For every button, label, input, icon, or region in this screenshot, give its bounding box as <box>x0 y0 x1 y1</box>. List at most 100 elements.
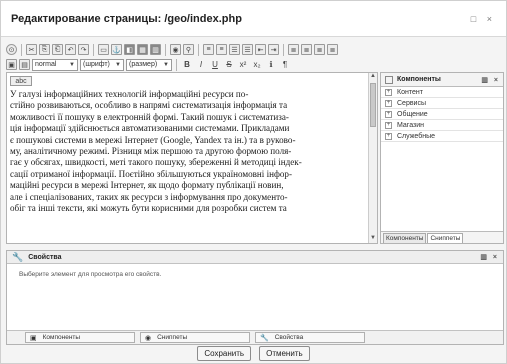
toolbar-icon-21[interactable]: ≣ <box>314 44 325 55</box>
expand-icon[interactable]: + <box>385 88 392 96</box>
toolbar-icon-11[interactable]: ◉ <box>170 44 181 55</box>
toolbar-icon-16[interactable]: ☰ <box>242 44 253 55</box>
window-title: Редактирование страницы: /geo/index.php <box>11 13 242 25</box>
tag-label[interactable]: abc <box>10 76 32 86</box>
paragraph-icon[interactable]: ¶ <box>279 60 291 69</box>
component-group-label: Магазин <box>397 121 425 129</box>
toolbar-separator <box>176 58 177 71</box>
toolbar-icon-6[interactable]: ▭ <box>98 44 109 55</box>
tab-label: Свойства <box>274 334 304 341</box>
properties-hint: Выберите элемент для просмотра его свойс… <box>19 271 162 278</box>
components-title: Компоненты <box>397 76 441 83</box>
scroll-thumb[interactable] <box>370 83 376 127</box>
editor-line: ція інформації здійснюється автоматизова… <box>10 123 290 134</box>
source-mode-icon[interactable]: ▣ <box>6 59 17 70</box>
toolbar-icon-15[interactable]: ☰ <box>229 44 240 55</box>
editor-line: У галузі інформаційних технологій інформ… <box>10 89 249 99</box>
scroll-down-icon[interactable]: ▼ <box>369 235 377 243</box>
subscript-button[interactable]: x₂ <box>251 60 263 69</box>
toolbar-row-2: ▣ ▤ normal ▼ (шрифт) ▼ (размер) ▼ B I U … <box>6 57 291 72</box>
components-header: Компоненты ▥ × <box>381 73 503 87</box>
editor-line: є пошукові системи в мережі Інтернет (Go… <box>10 134 296 145</box>
editor-line: але і спеціалізованих, таких як ресурси … <box>10 191 288 202</box>
table-mode-icon[interactable]: ▤ <box>19 59 30 70</box>
snippets-icon: ◉ <box>145 334 152 342</box>
chevron-down-icon: ▼ <box>163 61 169 68</box>
chevron-down-icon: ▼ <box>69 61 75 68</box>
toolbar-icon-3[interactable]: ⎗ <box>52 44 63 55</box>
tab-properties-bottom[interactable]: 🔧 Свойства <box>255 332 365 343</box>
tab-components[interactable]: Компоненты <box>383 233 427 243</box>
toolbar-icon-2[interactable]: ⎘ <box>39 44 50 55</box>
font-select[interactable]: (шрифт) ▼ <box>80 58 124 71</box>
tab-snippets[interactable]: Сниппеты <box>427 233 464 243</box>
expand-icon[interactable]: + <box>385 99 392 107</box>
window-controls[interactable]: □ × <box>471 14 496 24</box>
tab-label: Компоненты <box>42 334 81 341</box>
component-group[interactable]: + Служебные <box>381 131 503 142</box>
toolbar-icon-22[interactable]: ≣ <box>327 44 338 55</box>
style-select[interactable]: normal ▼ <box>32 58 78 71</box>
component-group-label: Контент <box>397 88 423 96</box>
superscript-button[interactable]: x² <box>237 60 249 69</box>
editor-line: сації отриманої інформації. Поєтійно збі… <box>10 168 293 179</box>
toolbar-icon-10[interactable]: ▥ <box>150 44 161 55</box>
editor-window: Редактирование страницы: /geo/index.php … <box>0 0 507 364</box>
editor-line: му, аналітичному режимі. Різниця між пер… <box>10 146 292 157</box>
size-select-value: (размер) <box>129 61 158 68</box>
component-group[interactable]: + Контент <box>381 87 503 98</box>
toolbar-icon-20[interactable]: ≣ <box>301 44 312 55</box>
toolbar-icon-0[interactable]: ⊙ <box>6 44 17 55</box>
scroll-up-icon[interactable]: ▲ <box>369 73 377 81</box>
toolbar-row-1: ⊙ ✂ ⎘ ⎗ ↶ ↷ ▭ ⚓ ◧ ▦ ▥ ◉ ⚲ ≡ ≡ ☰ ☰ ⇤ ⇥ ≣ ≣ ≣ ≣ <box>6 42 338 57</box>
italic-button[interactable]: I <box>195 60 207 69</box>
tab-components-bottom[interactable]: ▣ Компоненты <box>25 332 135 343</box>
editor-line: стійно розвиваються, особливо в напрямі … <box>10 100 288 111</box>
editor-text[interactable]: У галузі інформаційних технологій інформ… <box>10 89 368 214</box>
wrench-icon: 🔧 <box>260 334 269 342</box>
component-group-label: Служебные <box>397 132 436 140</box>
toolbar-icon-7[interactable]: ⚓ <box>111 44 122 55</box>
strikethrough-button[interactable]: S <box>223 60 235 69</box>
component-group-label: Общение <box>397 110 428 118</box>
expand-icon[interactable]: + <box>385 121 392 129</box>
toolbar-icon-14[interactable]: ≡ <box>216 44 227 55</box>
toolbar-icon-5[interactable]: ↷ <box>78 44 89 55</box>
save-button[interactable]: Сохранить <box>197 346 252 361</box>
content-editor[interactable]: abc У галузі інформаційних технологій ін… <box>6 72 378 244</box>
window-titlebar: Редактирование страницы: /geo/index.php … <box>1 1 506 37</box>
properties-title: Свойства <box>28 253 62 261</box>
toolbar-separator <box>198 43 199 56</box>
toolbar-icon-17[interactable]: ⇤ <box>255 44 266 55</box>
component-group[interactable]: + Магазин <box>381 120 503 131</box>
component-group[interactable]: + Общение <box>381 109 503 120</box>
toolbar-icon-1[interactable]: ✂ <box>26 44 37 55</box>
toolbar-icon-12[interactable]: ⚲ <box>183 44 194 55</box>
tab-snippets-bottom[interactable]: ◉ Сниппеты <box>140 332 250 343</box>
info-icon[interactable]: ℹ <box>265 60 277 69</box>
chevron-down-icon: ▼ <box>115 61 121 68</box>
toolbar-icon-8[interactable]: ◧ <box>124 44 135 55</box>
toolbar-icon-19[interactable]: ≣ <box>288 44 299 55</box>
expand-icon[interactable]: + <box>385 132 392 140</box>
toolbar-icon-13[interactable]: ≡ <box>203 44 214 55</box>
bold-button[interactable]: B <box>181 60 193 69</box>
editor-line: маційні ресурси в мережі Інтернет, як що… <box>10 180 284 191</box>
toolbar-icon-4[interactable]: ↶ <box>65 44 76 55</box>
size-select[interactable]: (размер) ▼ <box>126 58 172 71</box>
underline-button[interactable]: U <box>209 60 221 69</box>
editor-scrollbar[interactable]: ▲ ▼ <box>368 73 377 243</box>
toolbar-icon-18[interactable]: ⇥ <box>268 44 279 55</box>
component-group[interactable]: + Сервисы <box>381 98 503 109</box>
font-select-value: (шрифт) <box>83 61 110 68</box>
tab-label: Сниппеты <box>157 334 188 341</box>
components-panel-controls[interactable]: ▥ × <box>481 76 500 84</box>
components-tabs: Компоненты Сниппеты <box>381 231 503 243</box>
cancel-button[interactable]: Отменить <box>259 346 310 361</box>
editor-line: гає у обсягах, швидкості, меті такого по… <box>10 157 302 168</box>
properties-header: 🔧 Свойства ▥ × <box>7 251 503 264</box>
properties-tabs: ▣ Компоненты ◉ Сниппеты 🔧 Свойства <box>7 330 503 344</box>
toolbar-icon-9[interactable]: ▦ <box>137 44 148 55</box>
expand-icon[interactable]: + <box>385 110 392 118</box>
properties-panel-controls[interactable]: ▥ × <box>480 253 499 261</box>
